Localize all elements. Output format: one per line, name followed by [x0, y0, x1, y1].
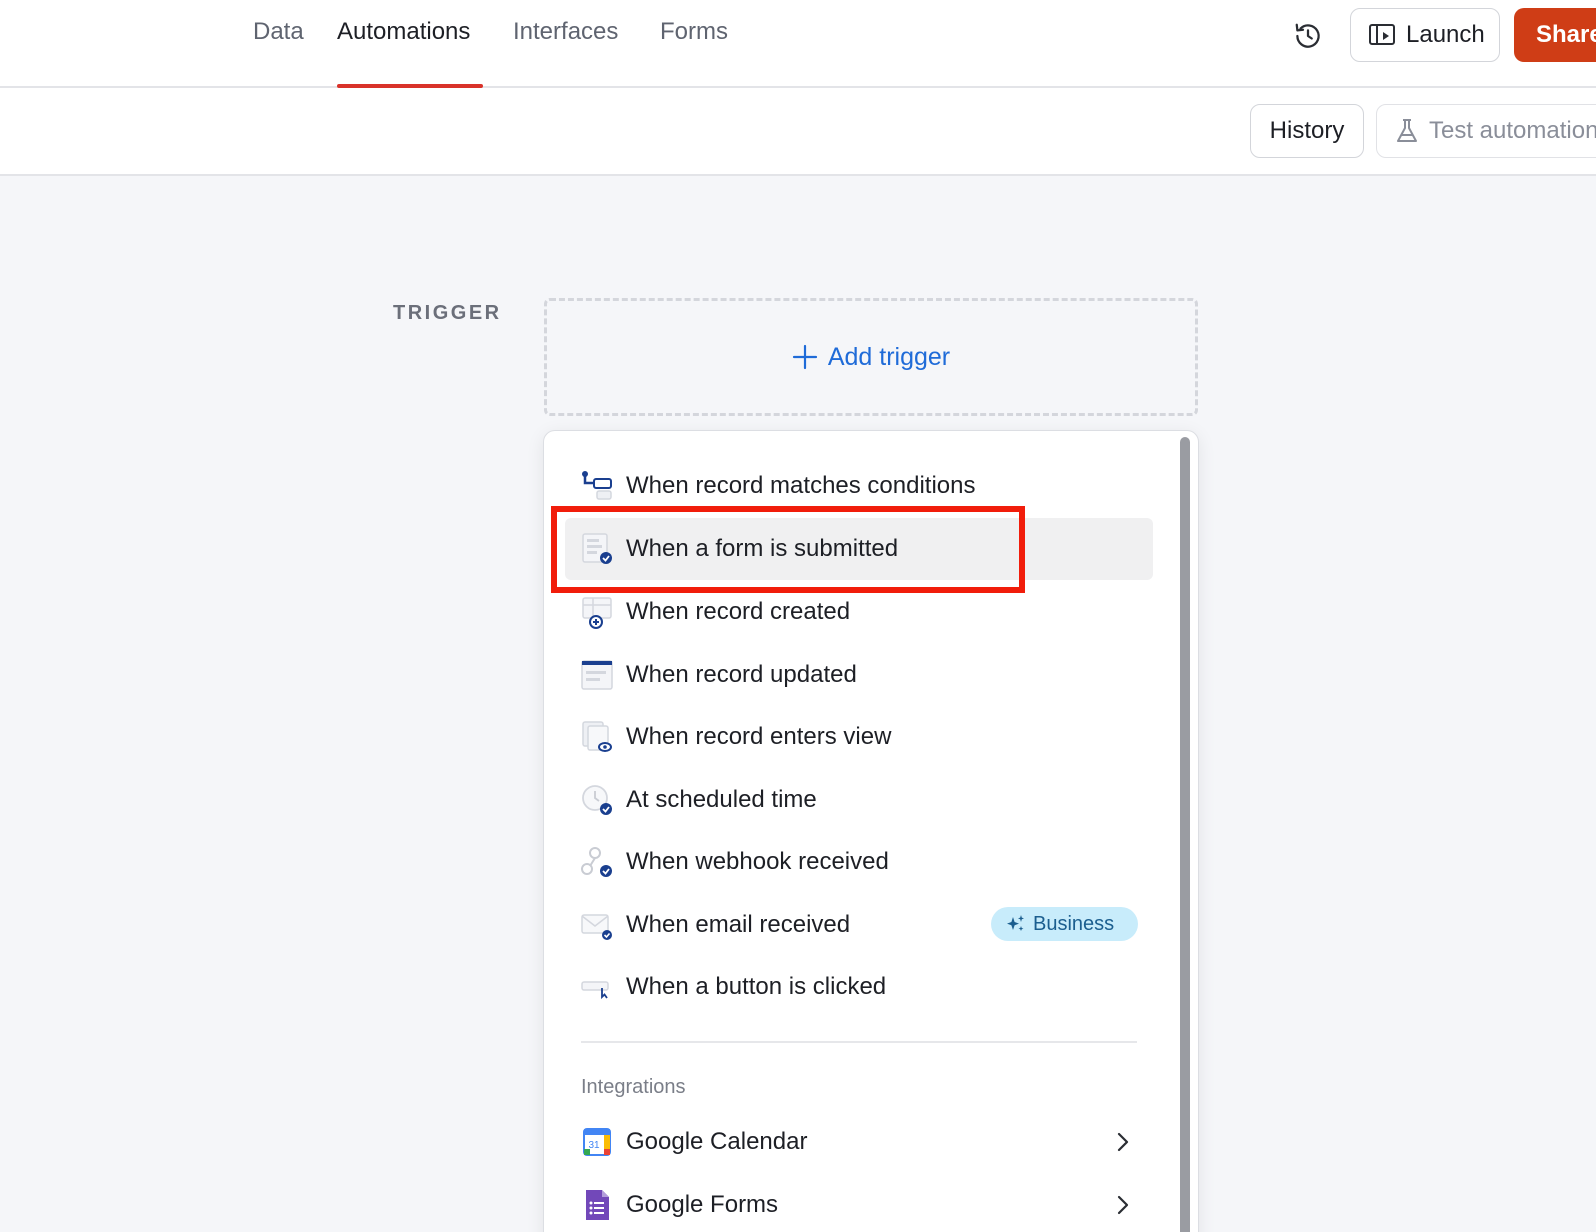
share-button[interactable]: Share	[1514, 8, 1596, 62]
tab-automations[interactable]: Automations	[337, 18, 470, 54]
test-automation-label: Test automation	[1429, 117, 1596, 144]
menu-item-form-submitted[interactable]: When a form is submitted	[565, 518, 1153, 580]
webhook-icon	[581, 847, 612, 877]
integrations-section-label: Integrations	[581, 1076, 686, 1098]
trigger-section-label: TRIGGER	[393, 302, 502, 324]
menu-item-webhook-received[interactable]: When webhook received	[565, 831, 1153, 893]
launch-label: Launch	[1406, 21, 1485, 48]
menu-item-label: Google Calendar	[626, 1128, 808, 1155]
plus-icon	[792, 344, 817, 370]
chevron-right-icon	[1117, 1195, 1129, 1215]
menu-item-google-forms[interactable]: Google Forms	[565, 1174, 1153, 1232]
launch-button[interactable]: Launch	[1350, 8, 1500, 62]
menu-divider	[581, 1041, 1137, 1043]
business-plan-badge: Business	[991, 907, 1138, 941]
add-trigger-button[interactable]: Add trigger	[544, 298, 1198, 416]
revision-history-button[interactable]	[1290, 18, 1326, 54]
menu-item-label: At scheduled time	[626, 786, 817, 813]
menu-item-scheduled-time[interactable]: At scheduled time	[565, 769, 1153, 831]
add-trigger-label: Add trigger	[827, 342, 951, 371]
menu-item-label: When record updated	[626, 661, 857, 688]
menu-item-label: When a button is clicked	[626, 973, 887, 1000]
menu-item-label: When email received	[626, 911, 851, 938]
history-clock-icon	[1295, 23, 1320, 48]
google-forms-icon	[586, 1190, 609, 1220]
menu-item-label: When record enters view	[626, 723, 892, 750]
menu-item-label: Google Forms	[626, 1191, 779, 1218]
sparkle-icon	[1007, 915, 1024, 931]
launch-icon	[1369, 24, 1395, 45]
tab-interfaces[interactable]: Interfaces	[513, 18, 618, 54]
menu-item-record-created[interactable]: When record created	[565, 581, 1153, 643]
record-enters-view-icon	[582, 721, 612, 752]
svg-text:31: 31	[588, 1140, 600, 1151]
clock-icon	[582, 785, 612, 815]
menu-item-google-calendar[interactable]: 31 Google Calendar	[565, 1111, 1153, 1173]
history-button[interactable]: History	[1250, 104, 1364, 158]
badge-label: Business	[1033, 912, 1115, 935]
google-calendar-icon: 31	[583, 1128, 611, 1156]
form-submitted-icon	[582, 533, 612, 564]
menu-item-record-enters-view[interactable]: When record enters view	[565, 706, 1153, 768]
menu-item-record-updated[interactable]: When record updated	[565, 644, 1153, 706]
menu-item-email-received[interactable]: When email received Business	[565, 894, 1153, 956]
menu-item-label: When record matches conditions	[626, 472, 976, 499]
email-icon	[581, 914, 612, 940]
menu-item-label: When a form is submitted	[626, 535, 899, 562]
menu-item-button-clicked[interactable]: When a button is clicked	[565, 956, 1153, 1018]
history-label: History	[1269, 117, 1345, 144]
menu-item-record-matches-conditions[interactable]: When record matches conditions	[565, 455, 1153, 517]
menu-item-label: When webhook received	[626, 848, 889, 875]
test-automation-button[interactable]: Test automation	[1376, 104, 1596, 158]
button-clicked-icon	[581, 981, 609, 1000]
top-nav-bar: Data Automations Interfaces Forms Launch…	[0, 0, 1596, 88]
menu-item-label: When record created	[626, 598, 851, 625]
record-created-icon	[582, 597, 612, 629]
conditions-icon	[582, 471, 612, 500]
automation-toolbar: History Test automation	[0, 88, 1596, 176]
share-label: Share	[1536, 21, 1596, 48]
chevron-right-icon	[1117, 1132, 1129, 1152]
tab-forms[interactable]: Forms	[660, 18, 728, 54]
flask-icon	[1397, 119, 1417, 142]
tab-data[interactable]: Data	[253, 18, 304, 54]
menu-scrollbar[interactable]	[1180, 437, 1190, 1232]
record-updated-icon	[581, 660, 613, 690]
